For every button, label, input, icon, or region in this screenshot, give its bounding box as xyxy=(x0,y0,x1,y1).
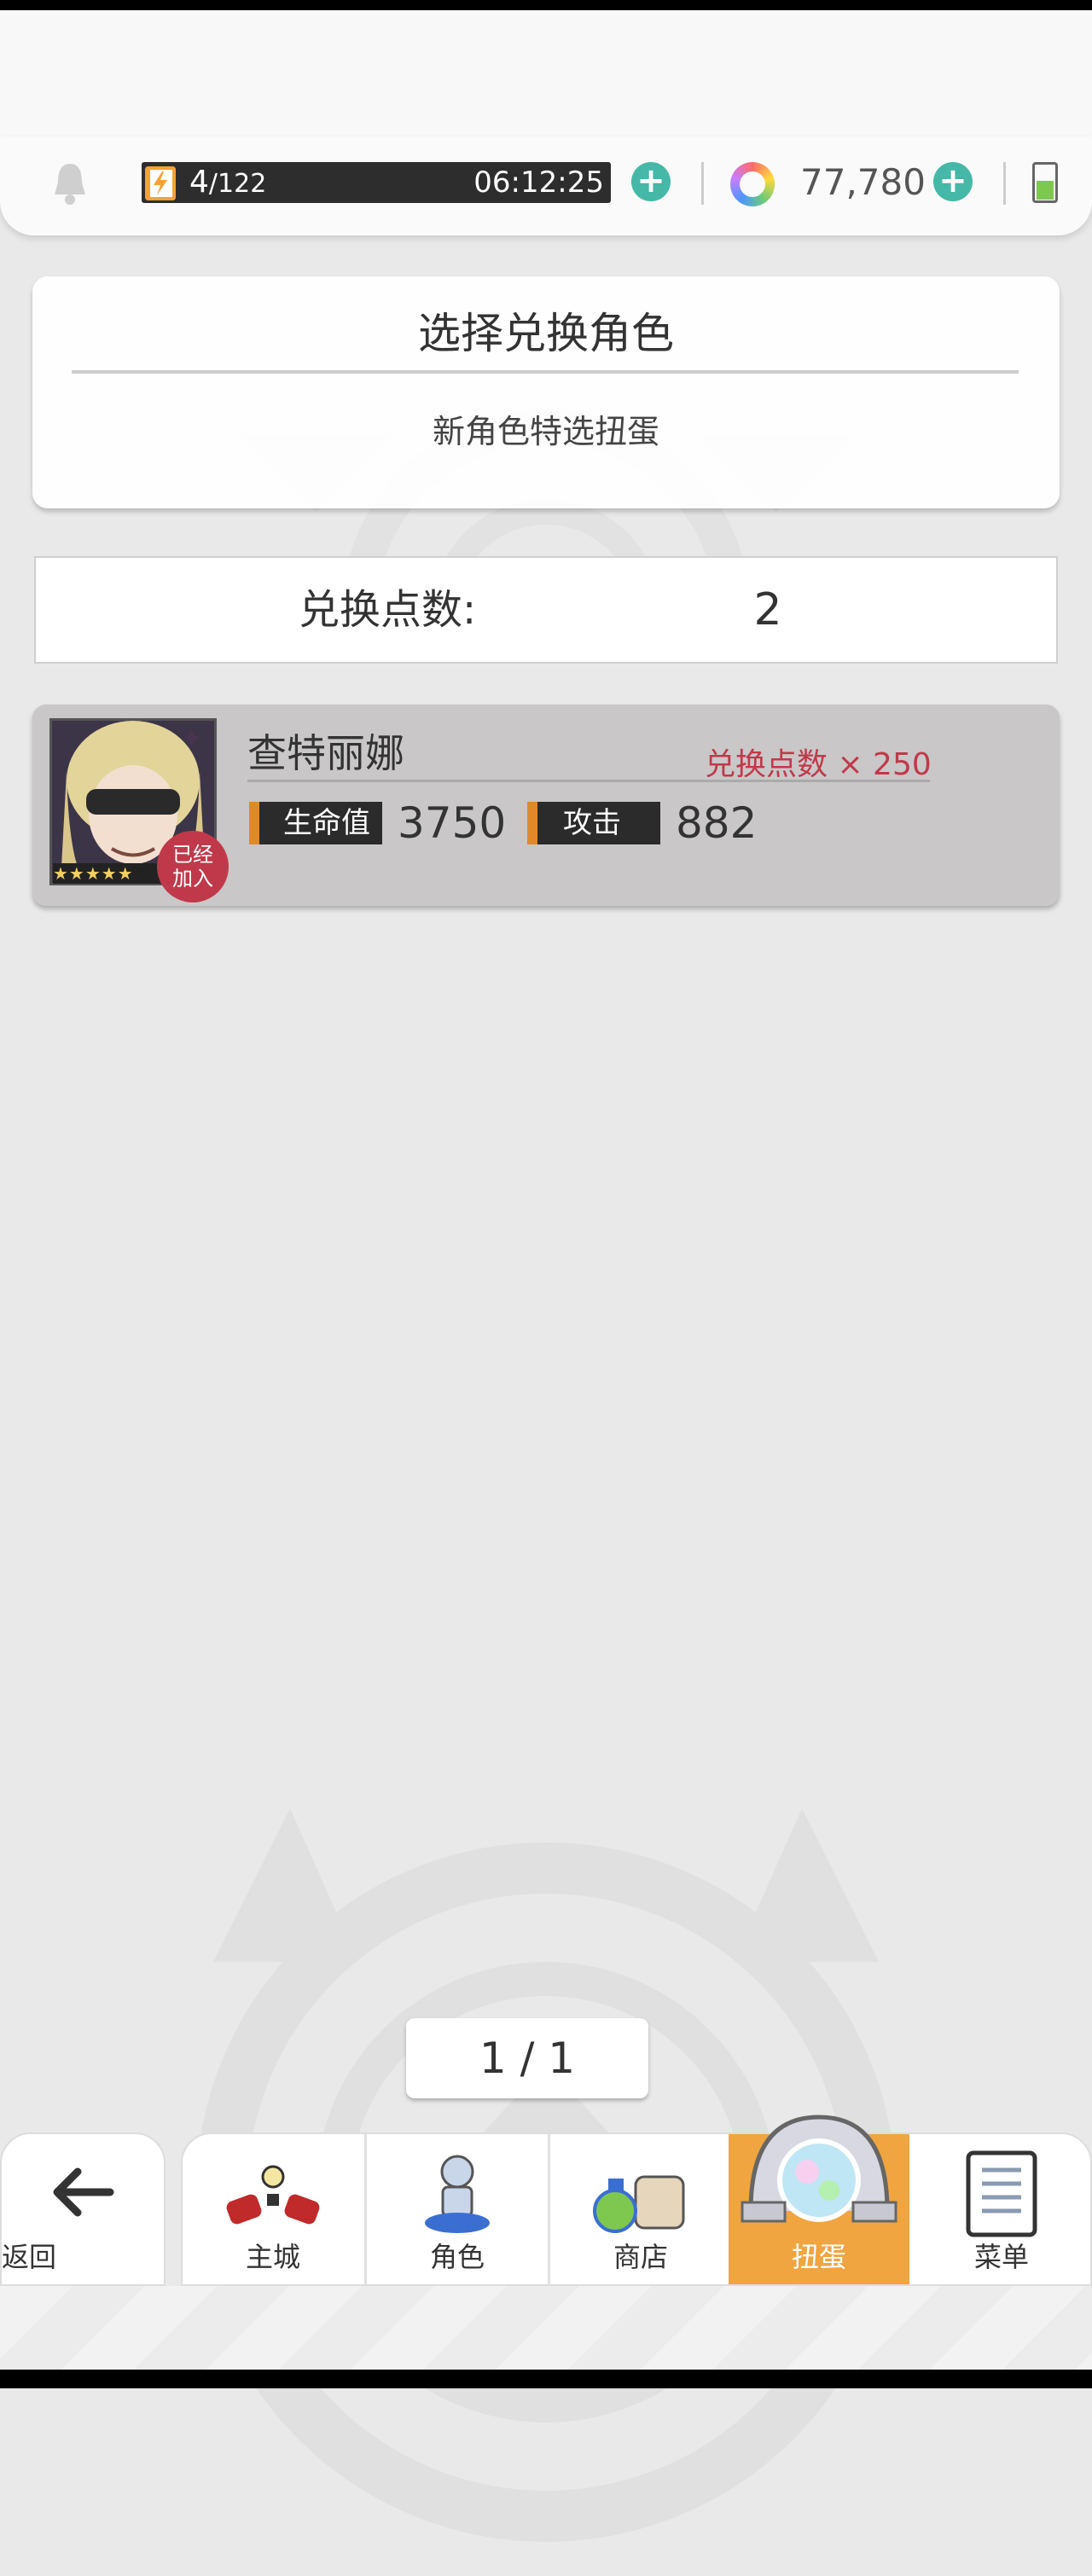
sparkle-icon: ✦ xyxy=(181,724,203,754)
battery-level xyxy=(1037,181,1054,200)
divider xyxy=(1003,162,1006,205)
joined-badge: 已经 加入 xyxy=(157,831,229,902)
nav-main-city-label: 主城 xyxy=(245,2241,300,2273)
exchange-points-box xyxy=(34,556,1058,664)
joined-badge-line1: 已经 xyxy=(172,843,213,867)
exchange-points-value: 2 xyxy=(753,584,782,635)
bottom-decoration xyxy=(0,2286,1092,2370)
character-name: 查特丽娜 xyxy=(247,730,404,776)
bell-icon[interactable] xyxy=(49,160,90,208)
attack-label: 攻击 xyxy=(527,802,660,844)
stamina-timer: 06:12:25 xyxy=(473,165,604,200)
add-gems-button[interactable]: + xyxy=(933,162,973,201)
exchange-points-label: 兑换点数: xyxy=(299,586,477,634)
lightning-icon xyxy=(145,166,176,200)
stamina-current: 4 xyxy=(189,165,209,200)
gem-count: 77,780 xyxy=(800,161,926,203)
rarity-stars: ★★★★★ xyxy=(53,863,164,884)
stamina-max: /122 xyxy=(208,169,267,199)
status-bar-area xyxy=(0,10,1092,138)
main-city-icon xyxy=(226,2165,320,2225)
nav-shop-label: 商店 xyxy=(613,2241,668,2273)
nav-menu[interactable]: 菜单 xyxy=(911,2134,1092,2284)
hp-value: 3750 xyxy=(398,798,507,848)
back-button[interactable]: 返回 xyxy=(0,2132,166,2286)
gacha-subtitle: 新角色特选扭蛋 xyxy=(432,413,659,450)
nav-gacha-label: 扭蛋 xyxy=(791,2241,846,2273)
joined-badge-line2: 加入 xyxy=(172,867,213,891)
nav-characters-label: 角色 xyxy=(429,2241,485,2273)
gacha-icon xyxy=(741,2115,897,2223)
divider xyxy=(701,162,704,205)
divider xyxy=(72,370,1019,374)
nav-main-city[interactable]: 主城 xyxy=(183,2134,363,2284)
top-black-bar xyxy=(0,0,1092,10)
back-label: 返回 xyxy=(2,2241,57,2273)
character-icon xyxy=(425,2155,490,2233)
back-arrow-icon xyxy=(53,2167,114,2217)
nav-shop[interactable]: 商店 xyxy=(550,2134,731,2284)
gem-icon xyxy=(730,162,775,206)
exchange-cost: 兑换点数 × 250 xyxy=(705,747,932,782)
nav-gacha[interactable]: 扭蛋 xyxy=(729,2115,909,2284)
bottom-black-bar xyxy=(0,2370,1092,2388)
shop-icon xyxy=(593,2175,685,2233)
stamina-count: 4/122 xyxy=(189,162,266,205)
menu-icon xyxy=(966,2150,1037,2237)
add-stamina-button[interactable]: + xyxy=(631,162,671,201)
nav-menu-label: 菜单 xyxy=(973,2241,1029,2273)
page-title: 选择兑换角色 xyxy=(418,309,674,358)
attack-value: 882 xyxy=(676,798,758,848)
nav-characters[interactable]: 角色 xyxy=(367,2134,548,2284)
hp-label: 生命值 xyxy=(249,802,382,844)
page-indicator: 1 / 1 xyxy=(406,2018,648,2098)
